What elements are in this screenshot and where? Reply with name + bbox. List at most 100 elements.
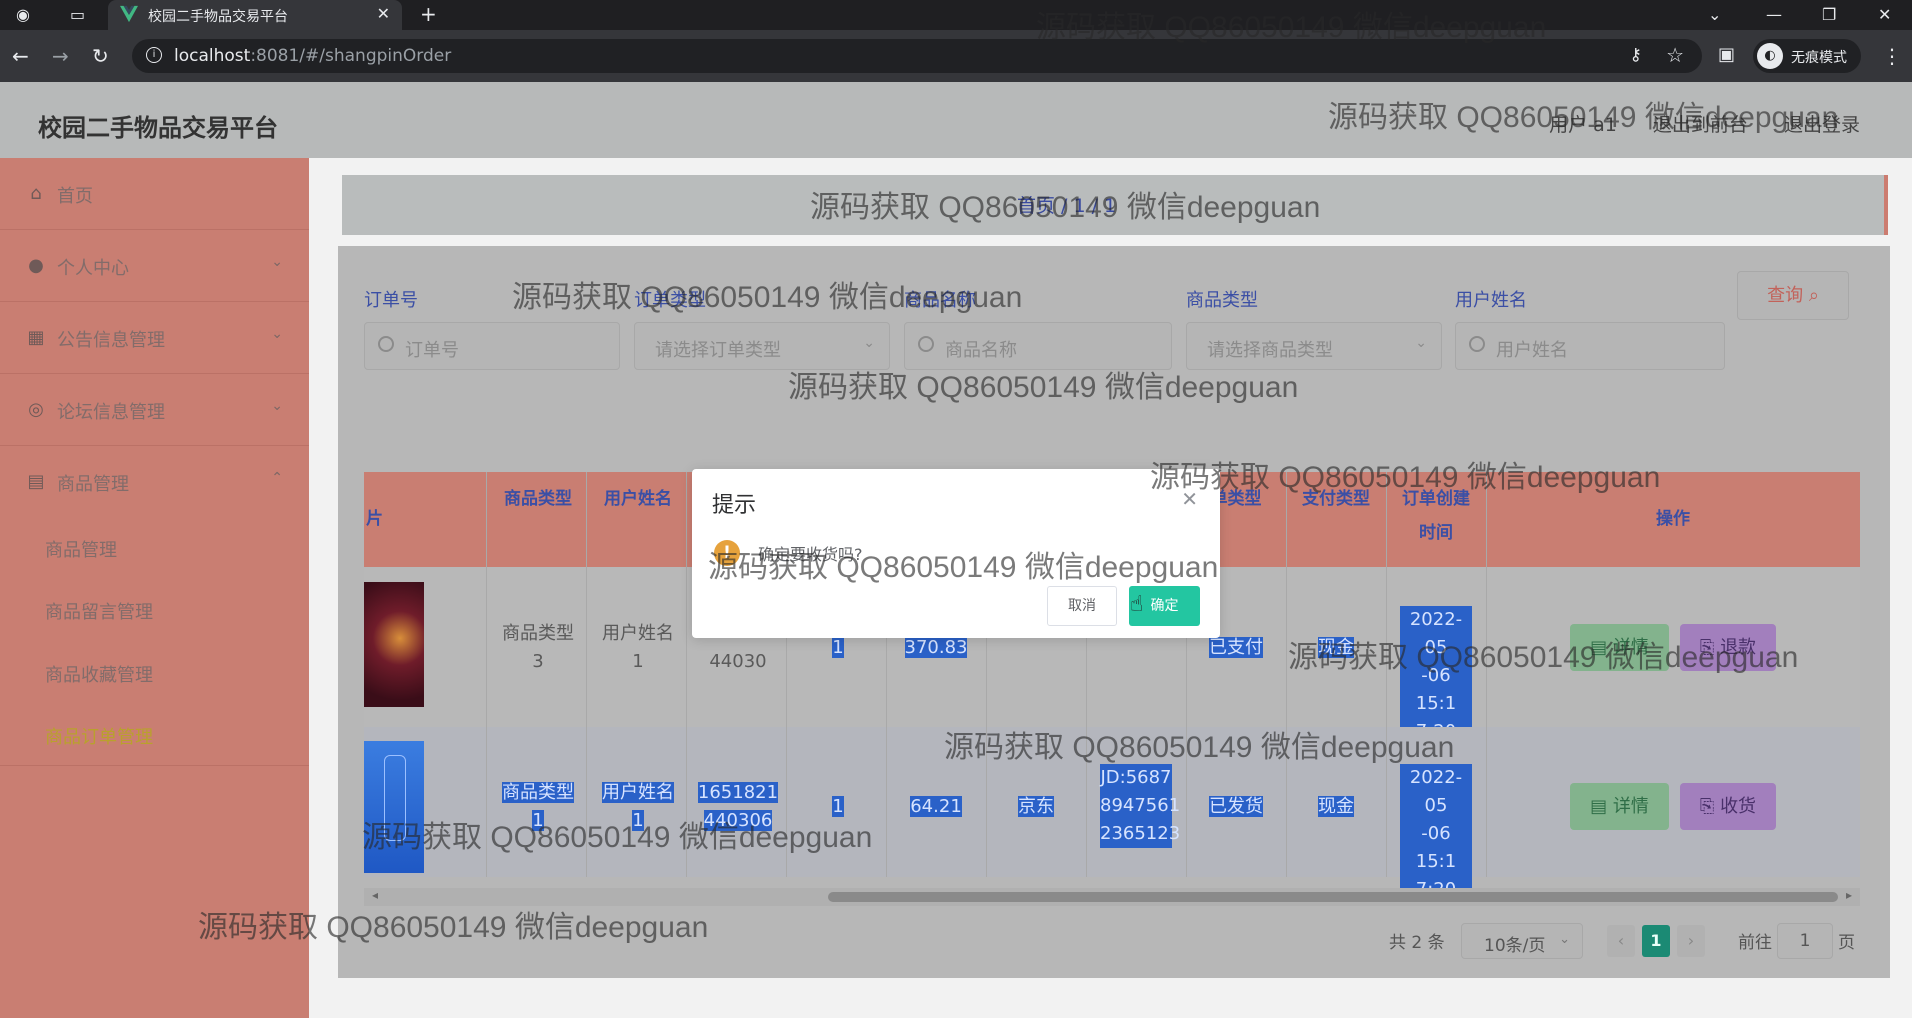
cell-text: -06 15:1 [1400, 662, 1472, 718]
receive-button[interactable]: ⎘ 收货 [1680, 783, 1776, 830]
search-icon [918, 336, 934, 352]
user-name-label: 用户姓名 [1455, 290, 1527, 311]
incognito-badge[interactable]: ◐ 无痕模式 [1753, 39, 1861, 73]
tab-search-icon[interactable]: ⌄ [1708, 5, 1721, 24]
sidebar-subitem-product-orders[interactable]: 商品订单管理 [45, 723, 153, 749]
row2-pay-type: 现金 [1286, 793, 1386, 821]
cell-text: 440306 [703, 810, 773, 831]
forward-icon[interactable]: → [52, 44, 69, 68]
url-host: localhost [174, 46, 251, 66]
key-icon[interactable]: ⚷ [1630, 45, 1642, 65]
sidepanel-icon[interactable]: ▣ [1718, 44, 1735, 65]
minimize-icon[interactable]: — [1766, 5, 1782, 24]
sidebar-item-profile[interactable]: ● 个人中心 ⌄ [0, 230, 309, 302]
col-header-user-name[interactable]: 用户姓名 [588, 482, 688, 516]
row1-user-name: 用户姓名 1 [588, 620, 688, 676]
cell-text: -06 15:1 [1400, 820, 1472, 876]
product-name-input[interactable]: 商品名称 [904, 322, 1172, 370]
scrollbar-thumb[interactable] [828, 892, 1838, 902]
back-to-front-link[interactable]: 退出到前台 [1653, 114, 1748, 136]
row1-status: 已支付 [1186, 634, 1286, 662]
kebab-menu-icon[interactable]: ⋮ [1882, 44, 1902, 68]
sidebar-subitem-product-comments[interactable]: 商品留言管理 [45, 598, 153, 624]
incognito-label: 无痕模式 [1791, 50, 1847, 66]
cell-text: 京东 [1018, 796, 1054, 817]
back-icon[interactable]: ← [12, 44, 29, 68]
sidebar-item-notices[interactable]: ▦ 公告信息管理 ⌄ [0, 302, 309, 374]
product-type-select[interactable]: 请选择商品类型 ⌄ [1186, 322, 1442, 370]
address-bar: ← → ↻ i localhost:8081/#/shangpinOrder ⚷… [0, 30, 1912, 82]
breadcrumb-text[interactable]: 首页 / 1 / 1 [1017, 191, 1116, 218]
row1-created: 2022-05 -06 15:1 7:20 [1400, 606, 1472, 746]
tab-overview-icon[interactable]: ▭ [70, 5, 85, 24]
cell-text: 44030 [709, 651, 767, 672]
sidebar-divider [0, 765, 309, 766]
home-icon: ⌂ [30, 183, 42, 204]
order-no-input[interactable]: 订单号 [364, 322, 620, 370]
restore-icon[interactable]: ❐ [1822, 5, 1836, 24]
logout-link[interactable]: 退出登录 [1784, 114, 1860, 136]
sidebar-item-products[interactable]: ▤ 商品管理 ⌃ [0, 446, 309, 518]
app-header: 校园二手物品交易平台 用户 a1 退出到前台 退出登录 [0, 82, 1912, 158]
column-divider [586, 472, 587, 877]
product-name-label: 商品名称 [904, 290, 976, 311]
book-icon: ⎘ [1699, 796, 1715, 817]
prev-page-icon[interactable]: ‹ [1607, 925, 1635, 957]
close-icon[interactable]: ✕ [1181, 487, 1198, 511]
product-type-label: 商品类型 [1186, 290, 1258, 311]
hand-cursor-icon: ☝ [1130, 592, 1144, 617]
product-type-placeholder: 请选择商品类型 [1207, 340, 1333, 361]
cell-text: 1 [632, 651, 644, 672]
column-divider [686, 472, 687, 877]
user-name-input[interactable]: 用户姓名 [1455, 322, 1725, 370]
cell-text: 8947561 [1100, 792, 1180, 820]
browser-tab[interactable]: 校园二手物品交易平台 ✕ [108, 0, 402, 30]
row2-qty: 1 [788, 793, 888, 821]
col-header-image[interactable]: 片 [366, 502, 383, 536]
bookmark-star-icon[interactable]: ☆ [1666, 43, 1684, 67]
query-button[interactable]: 查询 ⌕ [1737, 271, 1849, 320]
page-size-select[interactable]: 10条/页 ⌄ [1461, 923, 1583, 959]
col-header-pay-type[interactable]: 支付类型 [1286, 482, 1386, 516]
pagination-total: 共 2 条 [1389, 933, 1445, 953]
row1-order-no: 44030 [688, 648, 788, 676]
row2-created: 2022-05 -06 15:1 7:20 [1400, 764, 1472, 904]
cell-text: 已支付 [1209, 637, 1263, 658]
sidebar-item-forum[interactable]: ◎ 论坛信息管理 ⌄ [0, 374, 309, 446]
site-info-icon[interactable]: i [146, 47, 162, 63]
close-window-icon[interactable]: ✕ [1878, 5, 1891, 24]
browser-tab-bar: ◉ ▭ 校园二手物品交易平台 ✕ + ⌄ — ❐ ✕ [0, 0, 1912, 30]
goto-page-input[interactable]: 1 [1777, 923, 1833, 959]
reload-icon[interactable]: ↻ [92, 44, 109, 68]
order-type-select[interactable]: 请选择订单类型 ⌄ [634, 322, 890, 370]
col-header-created[interactable]: 订单创建 [1386, 482, 1486, 516]
url-field[interactable]: i localhost:8081/#/shangpinOrder ⚷ ☆ [132, 39, 1702, 73]
cell-text: 现金 [1318, 796, 1354, 817]
browser-menu-icon[interactable]: ◉ [16, 5, 30, 24]
chevron-down-icon: ⌄ [271, 254, 283, 270]
chevron-down-icon: ⌄ [1559, 932, 1570, 947]
chevron-down-icon: ⌄ [863, 335, 875, 351]
column-divider [486, 472, 487, 877]
tab-close-icon[interactable]: ✕ [377, 4, 390, 23]
col-header-created-2[interactable]: 时间 [1386, 516, 1486, 550]
cell-text: 已发货 [1209, 796, 1263, 817]
cell-text: 64.21 [910, 796, 962, 817]
row2-status: 已发货 [1186, 793, 1286, 821]
sidebar-item-home[interactable]: ⌂ 首页 [0, 158, 309, 230]
detail-button[interactable]: ▤ 详情 [1570, 783, 1669, 830]
refund-button[interactable]: ⎘ 退款 [1680, 624, 1776, 671]
current-page[interactable]: 1 [1642, 925, 1670, 957]
sidebar-subitem-product-favorites[interactable]: 商品收藏管理 [45, 661, 153, 687]
user-name-placeholder: 用户姓名 [1496, 340, 1568, 361]
detail-button[interactable]: ▤ 详情 [1570, 624, 1669, 671]
sidebar-subitem-product-manage[interactable]: 商品管理 [45, 536, 117, 562]
col-header-product-type[interactable]: 商品类型 [488, 482, 588, 516]
scroll-left-icon[interactable]: ◂ [372, 888, 378, 902]
scroll-right-icon[interactable]: ▸ [1846, 888, 1852, 902]
new-tab-icon[interactable]: + [420, 2, 437, 26]
cancel-button[interactable]: 取消 [1047, 586, 1117, 626]
next-page-icon[interactable]: › [1677, 925, 1705, 957]
order-type-label: 订单类型 [634, 290, 706, 311]
url-text: localhost:8081/#/shangpinOrder [174, 46, 451, 66]
